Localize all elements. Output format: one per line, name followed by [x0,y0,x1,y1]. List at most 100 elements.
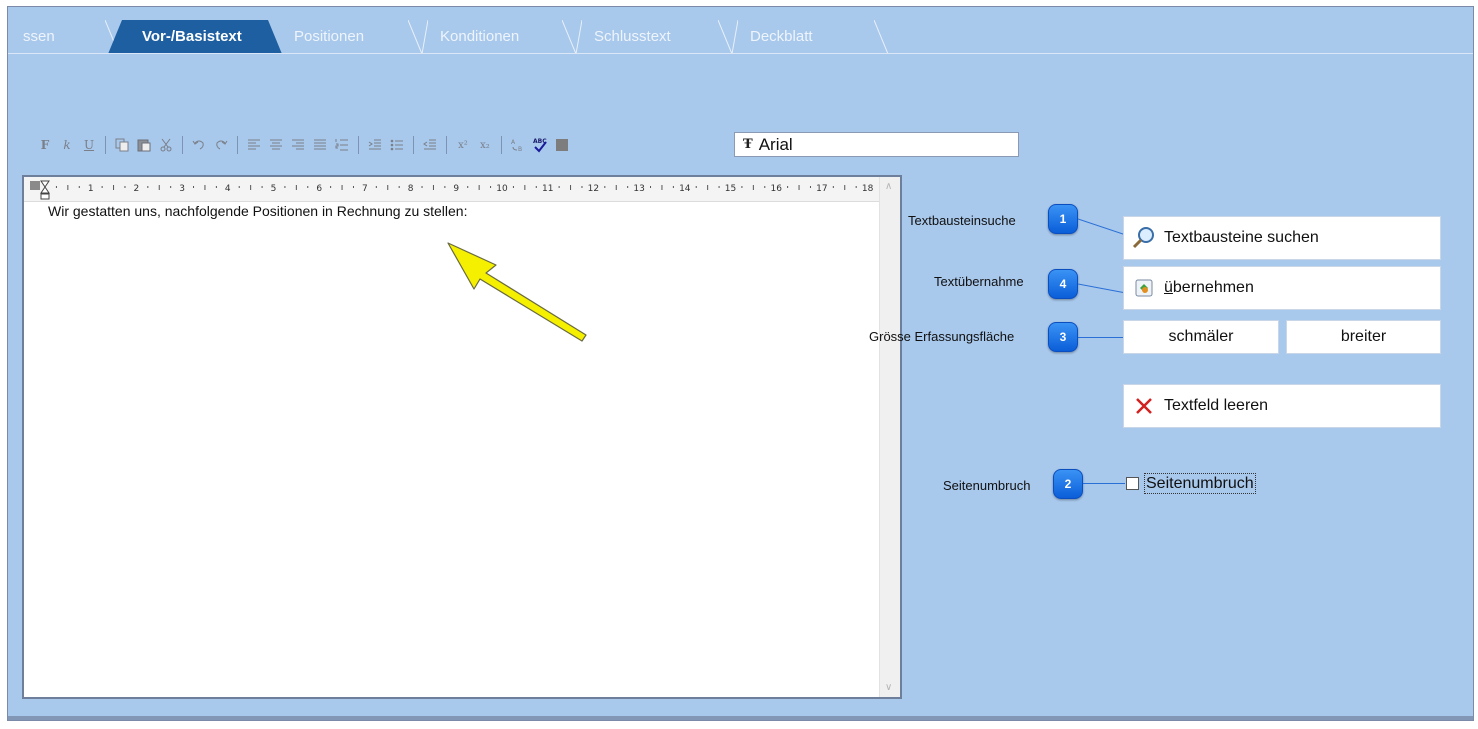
uebernehmen-label-rest: bernehmen [1172,279,1254,296]
align-center-button[interactable] [267,136,285,154]
undo-icon [192,140,204,150]
tab-label: Positionen [294,28,365,45]
tab-label: Deckblatt [750,28,813,45]
breiter-label: breiter [1340,328,1387,345]
toolbar-separator [182,136,183,154]
ruler-number: 16 [770,184,782,194]
tab-konditionen[interactable]: Konditionen [420,20,582,54]
paste-icon [137,139,151,152]
underline-icon: U [83,138,95,152]
tab-deckblatt[interactable]: Deckblatt [730,20,889,54]
tab-adressen[interactable]: ssen [8,20,120,54]
spellcheck-button[interactable]: ABC [531,136,549,154]
ruler-number: 8 [408,184,414,194]
tab-label: Vor-/Basistext [142,28,242,45]
textbausteine-suchen-label: Textbausteine suchen [1164,229,1319,246]
ruler-number: 13 [633,184,644,194]
callout-badge: 4 [1048,269,1078,299]
callout-connector [1078,218,1126,236]
scroll-down-icon[interactable]: ∨ [885,682,892,693]
seitenumbruch-checkbox-label[interactable]: Seitenumbruch [1144,473,1256,494]
font-name-field[interactable]: Ŧ Arial [734,132,1019,157]
align-right-button[interactable] [289,136,307,154]
indent-button[interactable] [366,136,384,154]
ruler-number: 14 [679,184,691,194]
ruler-number: 18 [862,184,874,194]
ruler-scale: 1 2 3 4 5 6 7 8 9 10 11 12 13 14 15 16 17 18 [30,180,874,200]
schmaeler-label: schmäler [1168,328,1234,345]
ruler-number: 10 [496,184,508,194]
format-toolbar: F k U x² x₂ AB ABC [34,131,734,159]
toolbar-separator [237,136,238,154]
seitenumbruch-label: Seitenumbruch [943,478,1031,493]
groesse-label: Grösse Erfassungsfläche [869,329,1015,344]
uebernehmen-button[interactable]: übernehmen [1123,266,1441,310]
numbered-list-icon [335,139,348,151]
align-left-icon [248,139,260,150]
scroll-up-icon[interactable]: ∧ [885,181,892,192]
seitenumbruch-checkbox[interactable] [1126,477,1139,490]
undo-button[interactable] [190,136,208,154]
ruler-number: 3 [179,184,185,194]
tab-bar: ssen Vor-/Basistext Positionen Kondition… [8,20,908,54]
tab-label: Schlusstext [594,28,671,45]
indent-marker-icon [40,180,50,194]
ruler-number: 9 [453,184,459,194]
editor-text[interactable]: Wir gestatten uns, nachfolgende Position… [48,203,468,219]
document-editor-window: ssen Vor-/Basistext Positionen Kondition… [7,6,1474,721]
align-left-button[interactable] [245,136,263,154]
breiter-button[interactable]: breiter [1286,320,1441,354]
superscript-button[interactable]: x² [454,136,472,154]
bold-button[interactable]: F [36,136,54,154]
copy-button[interactable] [113,136,131,154]
color-button[interactable] [553,136,571,154]
callout-connector [1078,337,1124,338]
cut-button[interactable] [157,136,175,154]
paste-button[interactable] [135,136,153,154]
numbered-list-button[interactable] [333,136,351,154]
justify-button[interactable] [311,136,329,154]
italic-icon: k [63,138,71,152]
bullet-list-icon [390,139,403,151]
ruler-number: 6 [316,184,322,194]
toolbar-separator [501,136,502,154]
svg-text:A: A [511,139,516,146]
truetype-font-icon: Ŧ [743,137,753,152]
indent-icon [368,139,381,150]
bold-icon: F [40,138,50,152]
uebernehmen-accesskey: ü [1164,279,1173,296]
ruler-number: 2 [134,184,140,194]
color-swatch-icon [556,139,568,151]
tab-underline [8,53,1473,54]
textfeld-leeren-button[interactable]: Textfeld leeren [1123,384,1441,428]
tab-vor-basistext[interactable]: Vor-/Basistext [108,20,282,54]
bullet-list-button[interactable] [388,136,406,154]
svg-text:B: B [518,146,522,152]
tab-positionen[interactable]: Positionen [274,20,428,54]
replace-icon: AB [511,139,522,152]
callout-connector [1083,483,1125,484]
subscript-button[interactable]: x₂ [476,136,494,154]
outdent-button[interactable] [421,136,439,154]
justify-icon [314,139,326,150]
ruler[interactable]: 1 2 3 4 5 6 7 8 9 10 11 12 13 14 15 16 17 18 [24,177,880,202]
superscript-icon: x² [458,139,468,151]
ruler-number: 4 [225,184,231,194]
underline-button[interactable]: U [80,136,98,154]
tab-schlusstext[interactable]: Schlusstext [574,20,738,54]
textfeld-leeren-label: Textfeld leeren [1164,397,1269,414]
uebernehmen-label: übernehmen [1164,279,1254,297]
italic-button[interactable]: k [58,136,76,154]
magnifier-icon [1132,226,1156,250]
textbaustein-label: Textbausteinsuche [908,213,1016,228]
vertical-scrollbar[interactable]: ∧ ∨ [879,177,900,697]
redo-button[interactable] [212,136,230,154]
textbausteine-suchen-button[interactable]: Textbausteine suchen [1123,216,1441,260]
import-icon [1132,276,1156,300]
schmaeler-button[interactable]: schmäler [1123,320,1279,354]
textuebernahme-label: Textübernahme [934,274,1024,289]
replace-button[interactable]: AB [509,136,527,154]
toolbar-separator [446,136,447,154]
callout-badge: 2 [1053,469,1083,499]
outdent-icon [423,139,436,150]
